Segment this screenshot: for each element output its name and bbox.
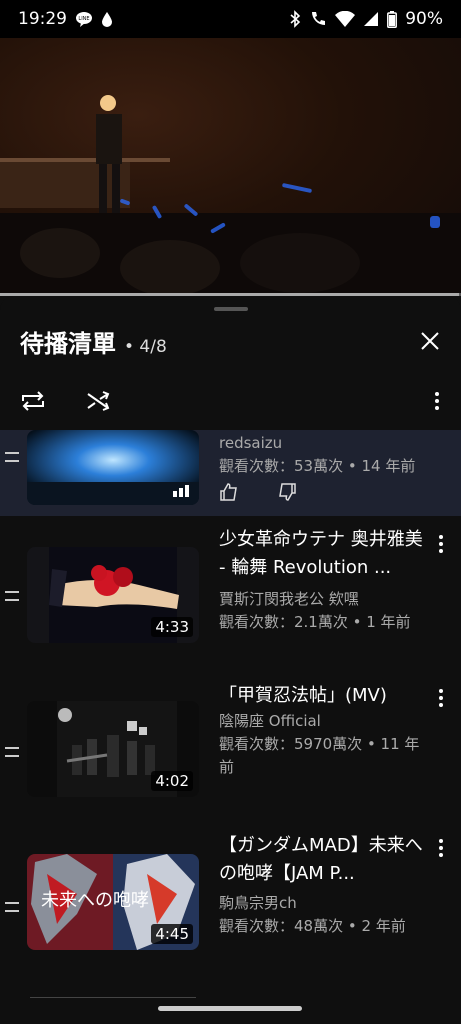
- queue-position: • 4/8: [124, 337, 167, 357]
- video-channel: 陰陽座 Official: [219, 712, 321, 730]
- video-duration: 4:45: [151, 924, 193, 944]
- video-player[interactable]: [0, 38, 461, 295]
- shuffle-button[interactable]: [82, 384, 116, 418]
- svg-text:LINE: LINE: [78, 16, 89, 22]
- reorder-handle-icon[interactable]: [5, 902, 19, 912]
- line-app-icon: LINE: [75, 11, 93, 27]
- video-info: 「甲賀忍法帖」(MV) 陰陽座 Official 觀看次數：5970萬次 • 1…: [219, 682, 427, 779]
- reorder-handle-icon[interactable]: [5, 591, 19, 601]
- video-info: redsaizu 觀看次數：53萬次 • 14 年前: [219, 432, 427, 478]
- more-vert-icon: [435, 392, 439, 410]
- status-time: 19:29: [18, 9, 67, 29]
- video-thumbnail: [27, 430, 199, 505]
- video-more-button[interactable]: [431, 836, 451, 860]
- queue-title: 待播清單: [20, 330, 116, 358]
- shuffle-icon: [87, 391, 110, 411]
- wifi-icon: [335, 11, 356, 27]
- video-info: 【ガンダムMAD】未来への咆哮【JAM P... 駒鳥宗男ch 觀看次數：48萬…: [219, 832, 427, 938]
- bluetooth-icon: [289, 10, 301, 28]
- more-vert-icon: [439, 839, 443, 857]
- queue-panel: 待播清單 • 4/8 redsaizu 觀看次數：53萬次 • 14 年前 4:…: [0, 296, 461, 1024]
- video-duration: 4:02: [151, 771, 193, 791]
- reorder-handle-icon[interactable]: [5, 452, 19, 462]
- queue-header: 待播清單 • 4/8: [20, 324, 167, 359]
- concert-video-frame: [0, 95, 461, 295]
- water-drop-icon: [101, 11, 113, 27]
- queue-item[interactable]: 4:02 「甲賀忍法帖」(MV) 陰陽座 Official 觀看次數：5970萬…: [0, 682, 461, 802]
- video-channel: 賈斯汀閔我老公 欸嘿: [219, 590, 359, 608]
- queue-item[interactable]: 未来への咆哮 4:45 【ガンダムMAD】未来への咆哮【JAM P... 駒鳥宗…: [0, 835, 461, 956]
- video-thumbnail: 4:33: [27, 547, 199, 643]
- close-button[interactable]: [415, 326, 445, 356]
- gesture-nav-bar[interactable]: [158, 1006, 302, 1011]
- more-vert-icon: [439, 535, 443, 553]
- queue-controls: [0, 384, 461, 418]
- video-meta: 觀看次數：5970萬次 • 11 年前: [219, 735, 420, 776]
- close-icon: [421, 332, 439, 350]
- video-more-button[interactable]: [431, 686, 451, 710]
- thumbnail-caption: 未来への咆哮: [41, 890, 149, 911]
- divider: [30, 997, 196, 998]
- video-channel: redsaizu: [219, 434, 283, 452]
- queue-more-button[interactable]: [425, 384, 449, 418]
- video-title: 【ガンダムMAD】未来への咆哮【JAM P...: [219, 835, 423, 884]
- video-thumbnail: 4:02: [27, 701, 199, 797]
- now-playing-icon: [173, 485, 189, 497]
- repeat-icon: [22, 391, 44, 411]
- video-meta: 觀看次數：53萬次 • 14 年前: [219, 457, 416, 475]
- more-vert-icon: [439, 689, 443, 707]
- video-duration: 4:33: [151, 617, 193, 637]
- video-meta: 觀看次數：2.1萬次 • 1 年前: [219, 613, 411, 631]
- status-bar: 19:29 LINE 90%: [0, 0, 461, 38]
- dislike-button[interactable]: [277, 482, 297, 502]
- queue-item-current[interactable]: redsaizu 觀看次數：53萬次 • 14 年前: [0, 430, 461, 516]
- drag-handle[interactable]: [214, 307, 248, 311]
- video-more-button[interactable]: [431, 532, 451, 556]
- queue-item[interactable]: 4:33 少女革命ウテナ 奥井雅美 - 輪舞 Revolution ... 賈斯…: [0, 526, 461, 646]
- video-meta: 觀看次數：48萬次 • 2 年前: [219, 917, 406, 935]
- video-info: 少女革命ウテナ 奥井雅美 - 輪舞 Revolution ... 賈斯汀閔我老公…: [219, 526, 427, 634]
- feedback-buttons: [219, 482, 297, 502]
- signal-icon: [363, 11, 379, 27]
- video-thumbnail: 未来への咆哮 4:45: [27, 854, 199, 950]
- video-title: 少女革命ウテナ 奥井雅美 - 輪舞 Revolution ...: [219, 529, 423, 578]
- like-button[interactable]: [219, 482, 239, 502]
- video-channel: 駒鳥宗男ch: [219, 894, 297, 912]
- wifi-call-icon: [309, 10, 327, 28]
- battery-icon: [387, 10, 398, 28]
- battery-level: 90%: [405, 9, 443, 29]
- video-title: 「甲賀忍法帖」(MV): [219, 685, 387, 706]
- reorder-handle-icon[interactable]: [5, 747, 19, 757]
- loop-button[interactable]: [16, 384, 50, 418]
